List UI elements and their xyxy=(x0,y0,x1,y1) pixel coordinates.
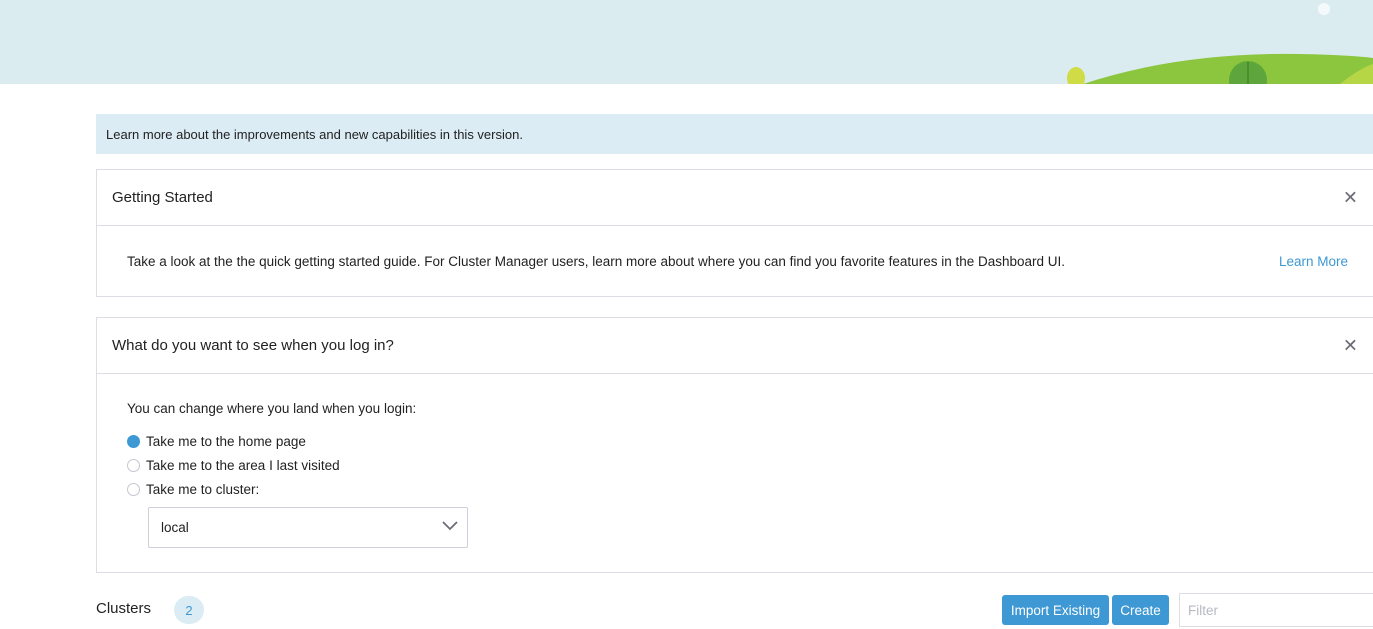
login-preference-title: What do you want to see when you log in? xyxy=(112,337,394,354)
cluster-select[interactable]: local xyxy=(148,507,468,548)
radio-label: Take me to cluster: xyxy=(146,481,260,497)
import-existing-button[interactable]: Import Existing xyxy=(1002,595,1109,625)
getting-started-header: Getting Started ✕ xyxy=(97,170,1373,226)
release-notes-text: Learn more about the improvements and ne… xyxy=(106,126,523,142)
getting-started-body: Take a look at the the quick getting sta… xyxy=(97,226,1373,297)
release-notes-banner: Learn more about the improvements and ne… xyxy=(96,114,1373,154)
header-banner xyxy=(0,0,1373,84)
getting-started-panel: Getting Started ✕ Take a look at the the… xyxy=(96,169,1373,297)
login-preference-header: What do you want to see when you log in?… xyxy=(97,318,1373,374)
login-preference-prompt: You can change where you land when you l… xyxy=(127,401,417,416)
radio-last-visited[interactable]: Take me to the area I last visited xyxy=(127,453,1373,477)
close-icon[interactable]: ✕ xyxy=(1343,187,1358,208)
getting-started-title: Getting Started xyxy=(112,189,213,206)
cluster-select-value: local xyxy=(161,520,189,535)
login-preference-panel: What do you want to see when you log in?… xyxy=(96,317,1373,573)
radio-label: Take me to the home page xyxy=(146,433,306,449)
cluster-count-badge: 2 xyxy=(174,596,204,624)
clusters-heading: Clusters xyxy=(96,600,152,617)
landscape-illustration xyxy=(1067,3,1373,84)
radio-cluster[interactable]: Take me to cluster: xyxy=(127,477,1373,501)
radio-button[interactable] xyxy=(127,458,140,472)
getting-started-text: Take a look at the the quick getting sta… xyxy=(127,254,1066,269)
radio-label: Take me to the area I last visited xyxy=(146,457,340,473)
filter-input[interactable] xyxy=(1179,593,1373,627)
chevron-down-icon xyxy=(442,521,458,531)
close-icon[interactable]: ✕ xyxy=(1343,335,1358,356)
radio-button[interactable] xyxy=(127,482,140,496)
create-button[interactable]: Create xyxy=(1112,595,1169,625)
login-preference-body: You can change where you land when you l… xyxy=(97,374,1373,548)
learn-more-link[interactable]: Learn More xyxy=(1279,254,1348,269)
radio-home-page[interactable]: Take me to the home page xyxy=(127,429,1373,453)
radio-button[interactable] xyxy=(127,434,140,448)
